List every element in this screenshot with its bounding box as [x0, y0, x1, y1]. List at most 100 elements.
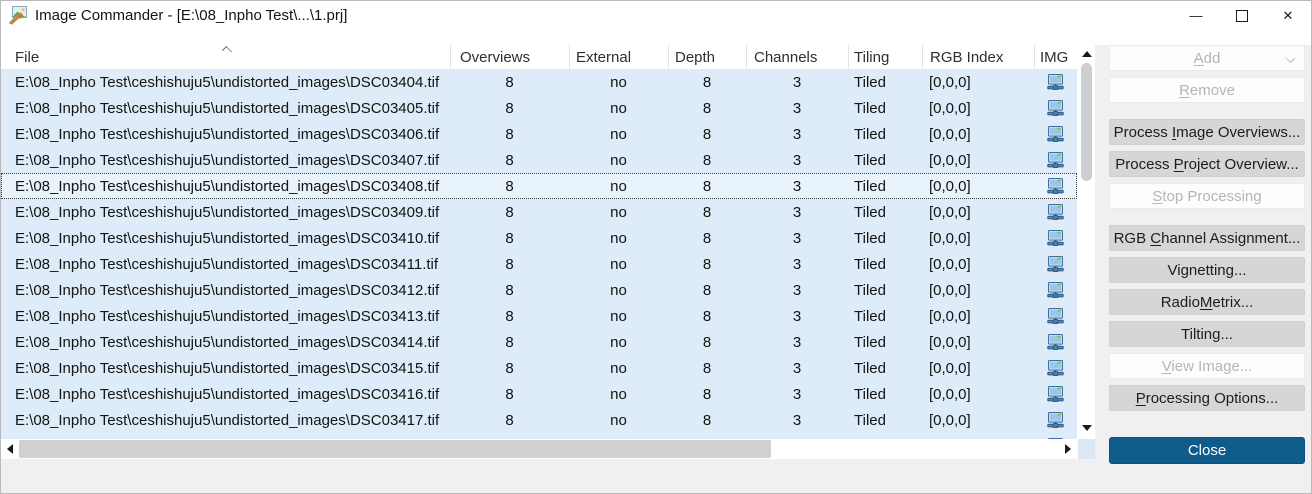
cell-overviews: 8 — [450, 95, 569, 121]
cell-file: E:\08_Inpho Test\ceshishuju5\undistorted… — [1, 355, 450, 381]
cell-tiling: Tiled — [848, 329, 922, 355]
horizontal-scrollbar-thumb[interactable] — [19, 440, 771, 458]
cell-overviews: 8 — [450, 329, 569, 355]
horizontal-scrollbar[interactable] — [1, 439, 1077, 459]
cell-img — [1034, 121, 1077, 147]
cell-tiling: Tiled — [848, 121, 922, 147]
table-row[interactable]: E:\08_Inpho Test\ceshishuju5\undistorted… — [1, 69, 1077, 95]
process-image-overviews-button[interactable]: Process Image Overviews... — [1109, 119, 1305, 145]
vertical-scrollbar-thumb[interactable] — [1081, 63, 1092, 181]
cell-depth: 8 — [668, 407, 746, 433]
column-header-img[interactable]: IMG — [1034, 45, 1077, 69]
table-row[interactable]: E:\08_Inpho Test\ceshishuju5\undistorted… — [1, 407, 1077, 433]
cell-channels: 3 — [746, 355, 848, 381]
cell-depth: 8 — [668, 173, 746, 199]
cell-depth: 8 — [668, 69, 746, 95]
table-row[interactable]: E:\08_Inpho Test\ceshishuju5\undistorted… — [1, 303, 1077, 329]
cell-file: E:\08_Inpho Test\ceshishuju5\undistorted… — [1, 225, 450, 251]
table-row[interactable]: E:\08_Inpho Test\ceshishuju5\undistorted… — [1, 199, 1077, 225]
column-header-external[interactable]: External — [569, 45, 668, 69]
table-row[interactable]: E:\08_Inpho Test\ceshishuju5\undistorted… — [1, 95, 1077, 121]
rgb-channel-assignment-button[interactable]: RGB Channel Assignment... — [1109, 225, 1305, 251]
vertical-scrollbar[interactable] — [1078, 45, 1095, 439]
cell-img — [1034, 329, 1077, 355]
cell-external: no — [569, 147, 668, 173]
cell-tiling: Tiled — [848, 95, 922, 121]
table-row[interactable]: E:\08_Inpho Test\ceshishuju5\undistorted… — [1, 173, 1077, 199]
cell-external: no — [569, 277, 668, 303]
cell-img — [1034, 407, 1077, 433]
process-project-overview-button[interactable]: Process Project Overview... — [1109, 151, 1305, 177]
cell-depth: 8 — [668, 95, 746, 121]
cell-file: E:\08_Inpho Test\ceshishuju5\undistorted… — [1, 199, 450, 225]
scroll-left-icon[interactable] — [7, 444, 13, 454]
dropdown-chevron-icon — [1285, 53, 1295, 63]
view-image-button[interactable]: View Image... — [1109, 353, 1305, 379]
cell-img — [1034, 381, 1077, 407]
cell-channels: 3 — [746, 121, 848, 147]
table-row[interactable]: E:\08_Inpho Test\ceshishuju5\undistorted… — [1, 225, 1077, 251]
process-project-overview-label: Process Project Overview... — [1115, 156, 1298, 173]
cell-channels: 3 — [746, 251, 848, 277]
scroll-down-icon[interactable] — [1082, 425, 1092, 431]
cell-rgb_index: [0,0,0] — [922, 199, 1034, 225]
minimize-button[interactable]: — — [1173, 1, 1219, 30]
cell-tiling: Tiled — [848, 147, 922, 173]
cell-depth: 8 — [668, 147, 746, 173]
column-header-overviews[interactable]: Overviews — [450, 45, 569, 69]
cell-tiling: Tiled — [848, 251, 922, 277]
stop-processing-button[interactable]: Stop Processing — [1109, 183, 1305, 209]
title-bar: Image Commander - [E:\08_Inpho Test\...\… — [1, 1, 1311, 45]
cell-channels: 3 — [746, 407, 848, 433]
img-network-icon — [1047, 100, 1064, 116]
column-header-channels[interactable]: Channels — [746, 45, 848, 69]
img-network-icon — [1047, 412, 1064, 428]
column-header-rgb_index[interactable]: RGB Index — [922, 45, 1034, 69]
cell-channels: 3 — [746, 381, 848, 407]
close-window-button[interactable]: ✕ — [1265, 1, 1311, 30]
cell-rgb_index: [0,0,0] — [922, 381, 1034, 407]
column-header-depth[interactable]: Depth — [668, 45, 746, 69]
add-button[interactable]: Add — [1109, 45, 1305, 71]
table-row[interactable]: E:\08_Inpho Test\ceshishuju5\undistorted… — [1, 147, 1077, 173]
cell-file: E:\08_Inpho Test\ceshishuju5\undistorted… — [1, 69, 450, 95]
cell-overviews: 8 — [450, 303, 569, 329]
img-network-icon — [1047, 204, 1064, 220]
cell-rgb_index: [0,0,0] — [922, 251, 1034, 277]
cell-tiling: Tiled — [848, 277, 922, 303]
close-icon: ✕ — [1283, 8, 1294, 24]
table-row[interactable]: E:\08_Inpho Test\ceshishuju5\undistorted… — [1, 251, 1077, 277]
scroll-up-icon[interactable] — [1082, 51, 1092, 57]
stop-processing-label: Stop Processing — [1152, 188, 1261, 205]
tilting-button[interactable]: Tilting... — [1109, 321, 1305, 347]
table-row[interactable]: E:\08_Inpho Test\ceshishuju5\undistorted… — [1, 277, 1077, 303]
cell-depth: 8 — [668, 303, 746, 329]
table-row[interactable]: E:\08_Inpho Test\ceshishuju5\undistorted… — [1, 329, 1077, 355]
cell-file: E:\08_Inpho Test\ceshishuju5\undistorted… — [1, 407, 450, 433]
remove-button[interactable]: Remove — [1109, 77, 1305, 103]
img-network-icon — [1047, 256, 1064, 272]
radiometrix-button[interactable]: RadioMetrix... — [1109, 289, 1305, 315]
table-row[interactable]: E:\08_Inpho Test\ceshishuju5\undistorted… — [1, 121, 1077, 147]
cell-channels: 3 — [746, 303, 848, 329]
scroll-right-icon[interactable] — [1065, 444, 1071, 454]
close-button[interactable]: Close — [1109, 437, 1305, 464]
cell-rgb_index: [0,0,0] — [922, 329, 1034, 355]
cell-external: no — [569, 173, 668, 199]
cell-rgb_index: [0,0,0] — [922, 173, 1034, 199]
cell-depth: 8 — [668, 225, 746, 251]
column-header-tiling[interactable]: Tiling — [848, 45, 922, 69]
img-network-icon — [1047, 282, 1064, 298]
cell-file: E:\08_Inpho Test\ceshishuju5\undistorted… — [1, 303, 450, 329]
table-row[interactable]: E:\08_Inpho Test\ceshishuju5\undistorted… — [1, 355, 1077, 381]
maximize-button[interactable] — [1219, 1, 1265, 30]
cell-file: E:\08_Inpho Test\ceshishuju5\undistorted… — [1, 95, 450, 121]
processing-options-button[interactable]: Processing Options... — [1109, 385, 1305, 411]
cell-channels: 3 — [746, 199, 848, 225]
table-row[interactable]: E:\08_Inpho Test\ceshishuju5\undistorted… — [1, 381, 1077, 407]
cell-img — [1034, 69, 1077, 95]
cell-depth: 8 — [668, 251, 746, 277]
scrollbar-corner — [1078, 439, 1095, 459]
cell-external: no — [569, 95, 668, 121]
vignetting-button[interactable]: Vignetting... — [1109, 257, 1305, 283]
